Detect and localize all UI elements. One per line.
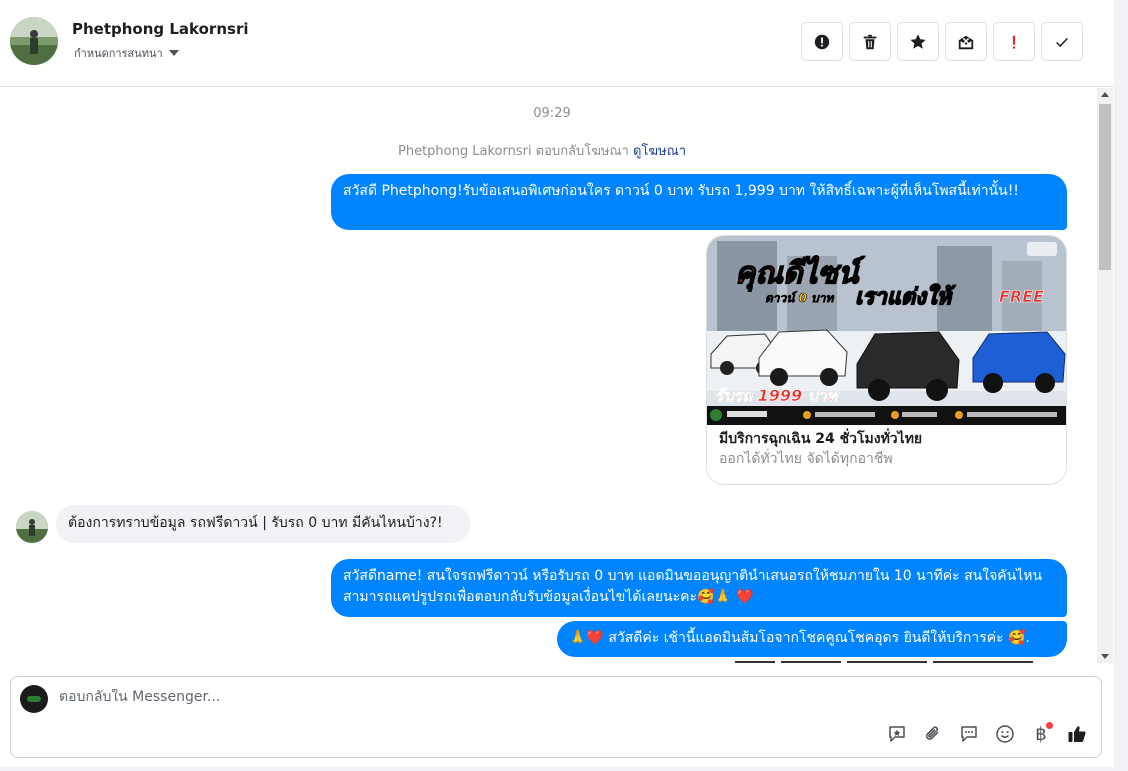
mark-spam-button[interactable] (801, 22, 843, 61)
ad-free-text: FREE (999, 287, 1044, 306)
mark-unread-button[interactable] (945, 22, 987, 61)
star-icon (910, 33, 926, 49)
ad-card-title: มีบริการฉุกเฉิน 24 ชั่วโมงทั่วไทย (719, 431, 923, 447)
message-timestamp: 09:29 (533, 106, 571, 121)
quick-reply-button[interactable] (957, 722, 981, 746)
mark-done-button[interactable] (1041, 22, 1083, 61)
thread-scrollbar[interactable] (1097, 88, 1113, 663)
notification-dot (1046, 722, 1053, 729)
bottom-divider (0, 767, 1114, 771)
composer-tools: ฿ (885, 722, 1089, 746)
message-composer: ฿ (10, 676, 1102, 758)
scroll-up-arrow-icon[interactable] (1101, 92, 1109, 97)
ad-reply-notice: Phetphong Lakornsri ตอบกลับโฆษณา ดูโฆษณา (0, 140, 1084, 161)
incoming-message[interactable]: ต้องการทราบข้อมูล รถฟรีดาวน์ | รับรถ 0 บ… (56, 505, 470, 543)
envelope-x-icon (958, 35, 974, 49)
scroll-down-arrow-icon[interactable] (1101, 654, 1109, 659)
like-icon (1068, 726, 1086, 742)
ad-slogan-text: เราแต่งให้ (855, 283, 956, 310)
star-button[interactable] (897, 22, 939, 61)
outgoing-message[interactable]: 🙏❤️ สวัสดีค่ะ เช้านี้แอดมินส้มโอจากโชคคู… (557, 621, 1067, 657)
ad-price-text: รับรถ 1999 บาท (715, 386, 839, 405)
message-thread: 09:29 Phetphong Lakornsri ตอบกลับโฆษณา ด… (0, 88, 1114, 663)
reply-input[interactable] (59, 689, 859, 705)
saved-reply-button[interactable] (885, 722, 909, 746)
ad-card-message[interactable]: คุณดีไซน์ ดาวน์ 0 บาท เราแต่งให้ FREE รั… (706, 235, 1067, 485)
inbox-conversation-view: Phetphong Lakornsri กำหนดการสนทนา 09:29 … (0, 0, 1128, 771)
page-avatar (20, 685, 48, 713)
right-gutter (1114, 0, 1128, 771)
contact-avatar[interactable] (10, 17, 58, 65)
quick-reply-icon (961, 726, 977, 742)
conversation-header: Phetphong Lakornsri กำหนดการสนทนา (0, 0, 1114, 87)
ad-sub-text: ดาวน์ 0 บาท (765, 291, 835, 305)
next-message-preview (735, 661, 1055, 663)
delete-button[interactable] (849, 22, 891, 61)
ad-card-image: คุณดีไซน์ ดาวน์ 0 บาท เราแต่งให้ FREE รั… (707, 236, 1066, 425)
view-ad-link[interactable]: ดูโฆษณา (633, 144, 686, 159)
ad-card-subtitle: ออกได้ทั่วไทย จัดได้ทุกอาชีพ (719, 451, 893, 467)
outgoing-message[interactable]: สวัสดี Phetphong!รับข้อเสนอพิเศษก่อนใคร … (331, 174, 1067, 230)
caret-down-icon (168, 50, 179, 56)
assign-conversation-dropdown[interactable]: กำหนดการสนทนา (74, 44, 179, 62)
saved-reply-icon (889, 726, 905, 742)
header-actions (801, 22, 1083, 61)
contact-avatar-small (16, 511, 48, 543)
payment-button[interactable]: ฿ (1029, 722, 1053, 746)
trash-icon (863, 34, 877, 49)
outgoing-message[interactable]: สวัสดีname! สนใจรถฟรีดาวน์ หรือรับรถ 0 บ… (331, 559, 1067, 617)
emoji-icon (996, 725, 1014, 743)
alert-circle-icon (814, 34, 830, 49)
exclamation-icon (1012, 35, 1016, 49)
scroll-thumb[interactable] (1099, 104, 1111, 270)
check-icon (1056, 37, 1068, 47)
contact-name[interactable]: Phetphong Lakornsri (72, 20, 248, 38)
attachment-icon (925, 726, 939, 740)
assign-label: กำหนดการสนทนา (74, 47, 163, 60)
ad-reply-text: Phetphong Lakornsri ตอบกลับโฆษณา (398, 144, 629, 159)
like-button[interactable] (1065, 722, 1089, 746)
emoji-button[interactable] (993, 722, 1017, 746)
follow-up-button[interactable] (993, 22, 1035, 61)
baht-payment-icon: ฿ (1035, 723, 1047, 745)
ad-headline-text: คุณดีไซน์ (735, 255, 866, 292)
attach-file-button[interactable] (921, 722, 945, 746)
